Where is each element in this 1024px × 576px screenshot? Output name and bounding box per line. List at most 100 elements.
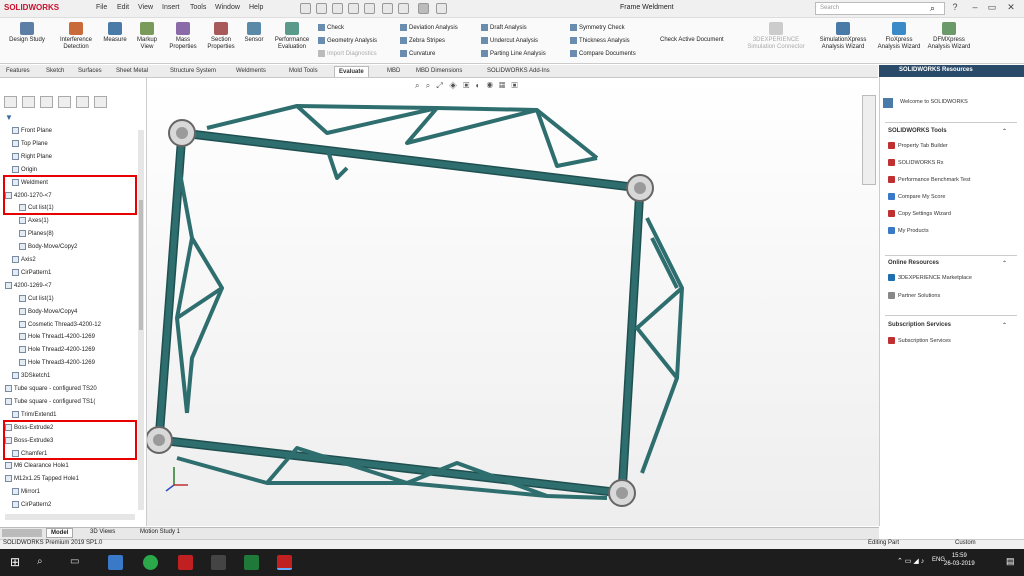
search-input[interactable]: Search	[815, 2, 945, 15]
partner-solutions-link[interactable]: Partner Solutions	[888, 292, 940, 299]
cortana-search-icon[interactable]: ⌕	[37, 556, 43, 567]
curvature-button[interactable]: Curvature	[400, 50, 435, 57]
chrome-icon[interactable]	[143, 555, 158, 570]
tree-scrollbar-thumb[interactable]	[139, 200, 143, 330]
tree-item[interactable]: Planes(8)	[19, 230, 54, 237]
file-explorer-icon[interactable]	[108, 555, 123, 570]
task-view-icon[interactable]: ▭	[70, 556, 79, 567]
help-icon[interactable]: ?	[948, 2, 962, 15]
home-icon[interactable]	[300, 3, 311, 14]
print-icon[interactable]	[348, 3, 359, 14]
thickness-analysis-button[interactable]: Thickness Analysis	[570, 37, 630, 44]
frame-weldment-model[interactable]	[147, 78, 879, 526]
tree-item[interactable]: Top Plane	[12, 139, 48, 147]
filter-icon[interactable]: ▼	[5, 113, 13, 122]
measure-button[interactable]: Measure	[99, 22, 131, 44]
tab-mbd-dimensions[interactable]: MBD Dimensions	[412, 66, 466, 77]
menu-tools[interactable]: Tools	[190, 4, 206, 11]
notification-icon[interactable]: ▤	[1006, 556, 1015, 567]
tree-item[interactable]: Body-Move/Copy2	[19, 243, 77, 250]
property-manager-tab-icon[interactable]	[22, 96, 35, 108]
zebra-stripes-button[interactable]: Zebra Stripes	[400, 37, 445, 44]
tab-motion-study[interactable]: Motion Study 1	[136, 528, 184, 538]
tree-item[interactable]: 3DSketch1	[12, 372, 50, 379]
status-units[interactable]: Custom	[955, 540, 976, 546]
dimxpert-tab-icon[interactable]	[58, 96, 71, 108]
search-icon[interactable]: ⌕	[930, 3, 935, 14]
tree-item[interactable]: Right Plane	[12, 152, 52, 160]
tree-item[interactable]: CirPattern1	[12, 268, 51, 276]
design-study-button[interactable]: Design Study	[2, 22, 52, 44]
collapse-subscription-icon[interactable]: ⌃	[1002, 322, 1007, 329]
welcome-link[interactable]: Welcome to SOLIDWORKS	[900, 99, 968, 105]
check-button[interactable]: Check	[318, 24, 344, 31]
tree-item[interactable]: Cut list(1)	[19, 294, 54, 302]
tab-model[interactable]: Model	[46, 528, 74, 538]
markup-view-button[interactable]: Markup View	[132, 22, 162, 51]
check-active-document-button[interactable]: Check Active Document	[660, 37, 724, 43]
options-icon[interactable]	[436, 3, 447, 14]
menu-edit[interactable]: Edit	[117, 4, 129, 11]
tree-item[interactable]: Cosmetic Thread3-4200-12	[19, 320, 101, 328]
interference-detection-button[interactable]: Interference Detection	[54, 22, 98, 51]
rebuild-icon[interactable]	[418, 3, 429, 14]
compare-documents-button[interactable]: Compare Documents	[570, 50, 636, 57]
solidworks-logo[interactable]: SOLIDWORKS	[4, 3, 59, 12]
system-tray-icons[interactable]: ⌃ ▭ ◢ ♪	[897, 557, 924, 565]
tree-item[interactable]: Mirror1	[12, 488, 40, 495]
app-taskbar-icon[interactable]	[211, 555, 226, 570]
mass-properties-button[interactable]: Mass Properties	[164, 22, 202, 51]
tree-item[interactable]: Hole Thread3-4200-1269	[19, 359, 95, 366]
tab-sketch[interactable]: Sketch	[42, 66, 68, 77]
import-diagnostics-button[interactable]: Import Diagnostics	[318, 50, 377, 57]
dfmxpress-button[interactable]: DFMXpress Analysis Wizard	[926, 22, 972, 51]
symmetry-check-button[interactable]: Symmetry Check	[570, 24, 625, 31]
menu-window[interactable]: Window	[215, 4, 240, 11]
tab-solidworks-add-ins[interactable]: SOLIDWORKS Add-Ins	[483, 66, 554, 77]
tool-link[interactable]: My Products	[888, 227, 929, 234]
tab-sheet-metal[interactable]: Sheet Metal	[112, 66, 152, 77]
tree-item[interactable]: Hole Thread1-4200-1269	[19, 333, 95, 340]
tab-weldments[interactable]: Weldments	[232, 66, 270, 77]
solidworks-active-taskbar-icon[interactable]	[277, 555, 292, 570]
open-icon[interactable]	[332, 3, 343, 14]
menu-file[interactable]: File	[96, 4, 107, 11]
performance-evaluation-button[interactable]: Performance Evaluation	[270, 22, 314, 51]
menu-insert[interactable]: Insert	[162, 4, 180, 11]
subscription-link[interactable]: Subscription Services	[888, 337, 951, 344]
tab-features[interactable]: Features	[2, 66, 34, 77]
menu-view[interactable]: View	[138, 4, 153, 11]
display-manager-tab-icon[interactable]	[76, 96, 89, 108]
appearance-tab-icon[interactable]	[94, 96, 107, 108]
solidworks-taskbar-icon[interactable]	[178, 555, 193, 570]
simulation-connector-button[interactable]: 3DEXPERIENCE Simulation Connector	[745, 22, 807, 51]
feature-tree-tab-icon[interactable]	[4, 96, 17, 108]
tab-3d-views[interactable]: 3D Views	[86, 528, 119, 538]
tool-link[interactable]: Compare My Score	[888, 193, 945, 200]
tool-link[interactable]: SOLIDWORKS Rx	[888, 159, 944, 166]
graphics-viewport[interactable]: ⌕ ⌕ ⤢ ◈ ▣ ◐ ◉ ▦ ▣	[147, 78, 879, 526]
new-document-icon[interactable]	[316, 3, 327, 14]
parting-line-analysis-button[interactable]: Parting Line Analysis	[481, 50, 546, 57]
marketplace-link[interactable]: 3DEXPERIENCE Marketplace	[888, 274, 972, 281]
collapse-tools-icon[interactable]: ⌃	[1002, 128, 1007, 135]
tree-item[interactable]: Tube square - configured TS20	[5, 385, 97, 392]
tree-item[interactable]: Body-Move/Copy4	[19, 307, 77, 315]
menu-help[interactable]: Help	[249, 4, 263, 11]
select-icon[interactable]	[398, 3, 409, 14]
tree-item[interactable]: Front Plane	[12, 127, 52, 134]
tree-item[interactable]: Tube square - configured TS1(	[5, 397, 95, 405]
tree-horizontal-scrollbar[interactable]	[5, 514, 135, 520]
home-pane-icon[interactable]	[883, 98, 893, 108]
simulationxpress-button[interactable]: SimulationXpress Analysis Wizard	[812, 22, 874, 51]
restore-icon[interactable]: ▭	[985, 2, 999, 15]
task-pane-tab-strip[interactable]	[862, 95, 876, 185]
tree-item[interactable]: 4200-1269-<7	[5, 281, 52, 289]
undo-icon[interactable]	[382, 3, 393, 14]
deviation-analysis-button[interactable]: Deviation Analysis	[400, 24, 458, 31]
tab-structure-system[interactable]: Structure System	[166, 66, 220, 77]
tree-item[interactable]: Hole Thread2-4200-1269	[19, 346, 95, 353]
tab-evaluate[interactable]: Evaluate	[334, 66, 369, 77]
tab-surfaces[interactable]: Surfaces	[74, 66, 106, 77]
floxpress-button[interactable]: FloXpress Analysis Wizard	[876, 22, 922, 51]
